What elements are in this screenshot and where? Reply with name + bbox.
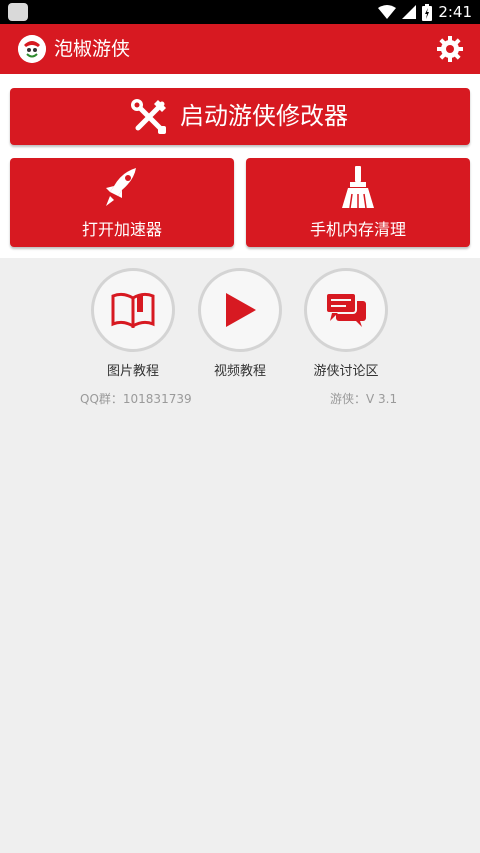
settings-gear-icon[interactable] (436, 35, 464, 63)
rocket-icon (106, 168, 136, 206)
memory-clean-button[interactable]: 手机内存清理 (246, 158, 470, 247)
status-bar: 2:41 (0, 0, 480, 24)
accelerator-button[interactable]: 打开加速器 (10, 158, 234, 247)
broom-icon (342, 166, 374, 209)
app-title: 泡椒游侠 (54, 38, 131, 60)
signal-icon (402, 5, 417, 19)
tools-icon (131, 99, 166, 134)
forum-label: 游侠讨论区 (313, 364, 379, 379)
wifi-icon (378, 5, 397, 19)
accelerator-label: 打开加速器 (81, 220, 162, 239)
notification-icon (8, 3, 28, 21)
clock: 2:41 (438, 3, 472, 21)
chat-bubbles-icon (325, 292, 366, 327)
launch-modifier-label: 启动游侠修改器 (180, 102, 348, 130)
app-logo-icon (18, 35, 46, 63)
qq-group-text: QQ群：101831739 (80, 392, 192, 406)
image-tutorial-button[interactable]: 图片教程 (83, 268, 183, 379)
status-icons: 2:41 (378, 0, 472, 24)
battery-icon (422, 3, 433, 21)
video-tutorial-button[interactable]: 视频教程 (190, 268, 290, 379)
forum-circle[interactable] (304, 268, 388, 352)
image-tutorial-circle[interactable] (91, 268, 175, 352)
version-text: 游侠：V 3.1 (330, 392, 398, 406)
video-tutorial-circle[interactable] (198, 268, 282, 352)
video-tutorial-label: 视频教程 (213, 364, 266, 379)
launch-modifier-button[interactable]: 启动游侠修改器 (10, 88, 470, 145)
forum-button[interactable]: 游侠讨论区 (296, 268, 396, 379)
play-icon (226, 293, 256, 327)
app-bar: 泡椒游侠 (0, 24, 480, 74)
book-icon (111, 292, 155, 328)
image-tutorial-label: 图片教程 (106, 364, 159, 379)
memory-clean-label: 手机内存清理 (309, 220, 406, 239)
